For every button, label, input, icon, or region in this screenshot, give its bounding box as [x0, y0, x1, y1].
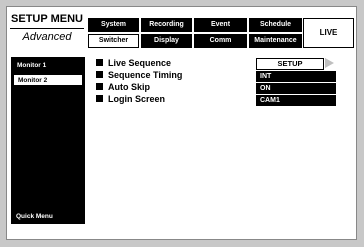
sidebar: Monitor 1 Monitor 2	[11, 57, 85, 224]
tab-recording[interactable]: Recording	[141, 18, 192, 32]
sidebar-item-monitor-1[interactable]: Monitor 1	[13, 60, 83, 72]
bullet-icon	[96, 59, 103, 66]
live-sequence-setup-button[interactable]: SETUP	[256, 58, 324, 70]
tab-event[interactable]: Event	[194, 18, 247, 32]
bullet-icon	[96, 71, 103, 78]
quick-menu-button[interactable]: Quick Menu	[13, 211, 83, 223]
setting-label: Login Screen	[108, 94, 166, 104]
tab-display[interactable]: Display	[141, 34, 192, 48]
setting-label: Sequence Timing	[108, 70, 183, 80]
sidebar-item-monitor-2[interactable]: Monitor 2	[13, 74, 83, 86]
login-screen-value[interactable]: CAM1	[256, 95, 336, 106]
menu-title-sub: Advanced	[22, 31, 72, 43]
setting-sequence-timing: Sequence Timing	[96, 70, 182, 81]
tab-switcher[interactable]: Switcher	[88, 34, 139, 48]
menu-title: SETUP MENU Advanced	[10, 11, 84, 47]
setting-label: Auto Skip	[108, 82, 150, 92]
tab-maintenance[interactable]: Maintenance	[249, 34, 302, 48]
setting-label: Live Sequence	[108, 58, 172, 68]
tab-comm[interactable]: Comm	[194, 34, 247, 48]
setting-live-sequence: Live Sequence	[96, 58, 171, 69]
live-button[interactable]: LIVE	[303, 18, 354, 48]
sequence-timing-value[interactable]: INT	[256, 71, 336, 82]
auto-skip-value[interactable]: ON	[256, 83, 336, 94]
setting-login-screen: Login Screen	[96, 94, 165, 105]
tab-schedule[interactable]: Schedule	[249, 18, 302, 32]
bullet-icon	[96, 95, 103, 102]
arrow-right-icon	[325, 58, 334, 68]
menu-title-main: SETUP MENU	[10, 11, 84, 29]
bullet-icon	[96, 83, 103, 90]
setting-auto-skip: Auto Skip	[96, 82, 150, 93]
tab-system[interactable]: System	[88, 18, 139, 32]
